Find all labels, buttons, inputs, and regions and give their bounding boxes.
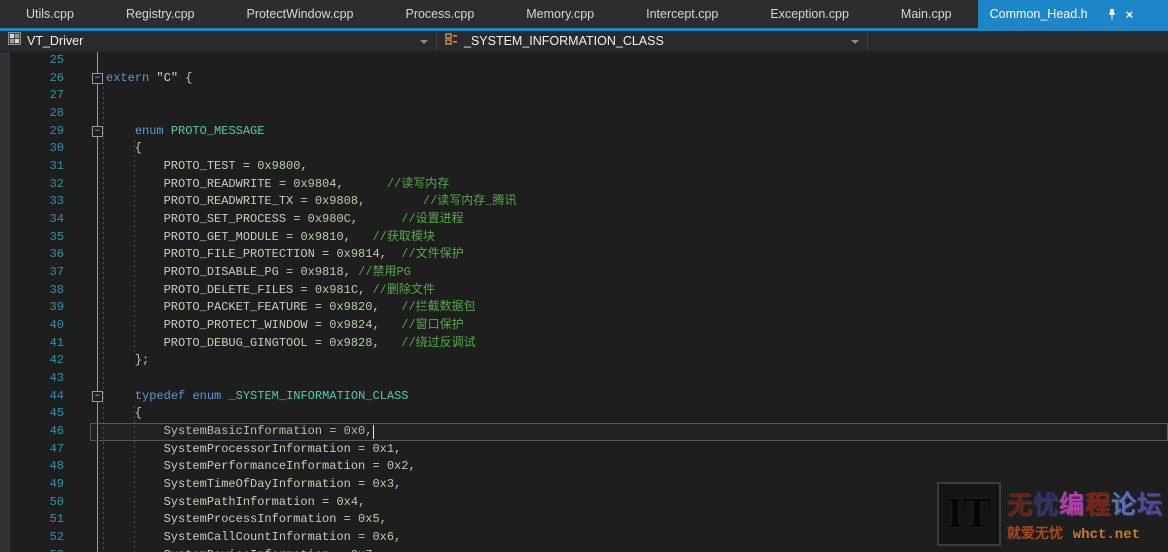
watermark-title: 无忧编程论坛 bbox=[1007, 485, 1163, 521]
code-line[interactable]: PROTO_READWRITE_TX = 0x9808, //读写内存_腾讯 bbox=[106, 193, 516, 211]
tab-label: Main.cpp bbox=[901, 7, 952, 21]
text-caret bbox=[373, 425, 374, 439]
line-number: 48 bbox=[30, 458, 64, 476]
document-tab-bar: Utils.cpp Registry.cpp ProtectWindow.cpp Pr… bbox=[0, 0, 1168, 28]
line-number: 40 bbox=[30, 317, 64, 335]
code-line[interactable]: PROTO_DELETE_FILES = 0x981C, //删除文件 bbox=[106, 282, 435, 300]
member-dropdown-value: _SYSTEM_INFORMATION_CLASS bbox=[464, 34, 664, 48]
it-logo: IT bbox=[937, 482, 1001, 546]
line-number: 47 bbox=[30, 441, 64, 459]
fold-collapse-toggle[interactable]: − bbox=[92, 126, 103, 137]
line-number: 45 bbox=[30, 405, 64, 423]
fold-collapse-toggle[interactable]: − bbox=[92, 73, 103, 84]
code-line[interactable]: SystemTimeOfDayInformation = 0x3, bbox=[106, 476, 401, 494]
navigation-bar: VT_Driver _SYSTEM_INFORMATION_CLASS bbox=[0, 31, 1168, 52]
tab-utils-cpp[interactable]: Utils.cpp bbox=[0, 0, 100, 28]
line-number: 39 bbox=[30, 299, 64, 317]
tab-protectwindow-cpp[interactable]: ProtectWindow.cpp bbox=[220, 0, 379, 28]
watermark-url: whct.net bbox=[1073, 527, 1140, 543]
tab-label: Memory.cpp bbox=[526, 7, 594, 21]
code-line[interactable]: { bbox=[106, 405, 142, 423]
line-number: 30 bbox=[30, 140, 64, 158]
line-number: 37 bbox=[30, 264, 64, 282]
indent-guide bbox=[103, 87, 104, 552]
line-number: 43 bbox=[30, 370, 64, 388]
tab-common-head-h[interactable]: Common_Head.h × bbox=[978, 0, 1168, 28]
line-number: 35 bbox=[30, 229, 64, 247]
tab-memory-cpp[interactable]: Memory.cpp bbox=[500, 0, 620, 28]
project-scope-value: VT_Driver bbox=[27, 34, 83, 48]
project-scope-dropdown[interactable]: VT_Driver bbox=[0, 31, 437, 51]
line-number: 51 bbox=[30, 511, 64, 529]
code-line[interactable]: enum PROTO_MESSAGE bbox=[106, 123, 264, 141]
code-line[interactable]: PROTO_GET_MODULE = 0x9810, //获取模块 bbox=[106, 229, 435, 247]
code-line[interactable]: PROTO_SET_PROCESS = 0x980C, //设置进程 bbox=[106, 211, 464, 229]
line-number: 34 bbox=[30, 211, 64, 229]
chevron-down-icon bbox=[851, 40, 859, 44]
visual-studio-editor-window: Utils.cpp Registry.cpp ProtectWindow.cpp Pr… bbox=[0, 0, 1168, 552]
line-number: 50 bbox=[30, 494, 64, 512]
cpp-project-icon bbox=[8, 32, 21, 50]
code-line[interactable]: PROTO_FILE_PROTECTION = 0x9814, //文件保护 bbox=[106, 246, 464, 264]
line-number: 41 bbox=[30, 335, 64, 353]
close-icon[interactable]: × bbox=[1126, 8, 1134, 21]
code-line[interactable]: typedef enum _SYSTEM_INFORMATION_CLASS bbox=[106, 388, 408, 406]
line-number: 36 bbox=[30, 246, 64, 264]
current-line-highlight bbox=[90, 423, 1168, 441]
code-line[interactable]: PROTO_DEBUG_GINGTOOL = 0x9828, //绕过反调试 bbox=[106, 335, 476, 353]
line-number: 49 bbox=[30, 476, 64, 494]
line-number: 46 bbox=[30, 423, 64, 441]
code-line[interactable]: extern "C" { bbox=[106, 70, 192, 88]
breakpoint-margin[interactable] bbox=[0, 52, 10, 552]
line-number: 32 bbox=[30, 176, 64, 194]
fold-collapse-toggle[interactable]: − bbox=[92, 391, 103, 402]
tab-exception-cpp[interactable]: Exception.cpp bbox=[744, 0, 875, 28]
line-number: 27 bbox=[30, 87, 64, 105]
member-dropdown[interactable]: _SYSTEM_INFORMATION_CLASS bbox=[437, 31, 868, 51]
tab-registry-cpp[interactable]: Registry.cpp bbox=[100, 0, 221, 28]
line-number: 26 bbox=[30, 70, 64, 88]
watermark-subtitle: 就爱无忧 whct.net bbox=[1007, 523, 1163, 543]
code-line[interactable]: PROTO_READWRITE = 0x9804, //读写内存 bbox=[106, 176, 449, 194]
code-line[interactable]: SystemCallCountInformation = 0x6, bbox=[106, 529, 401, 547]
code-line[interactable]: }; bbox=[106, 352, 149, 370]
line-number: 52 bbox=[30, 529, 64, 547]
tab-label: Registry.cpp bbox=[126, 7, 195, 21]
tab-label: Exception.cpp bbox=[770, 7, 849, 21]
code-line[interactable]: SystemPerformanceInformation = 0x2, bbox=[106, 458, 416, 476]
line-number: 44 bbox=[30, 388, 64, 406]
code-line[interactable]: SystemPathInformation = 0x4, bbox=[106, 494, 365, 512]
line-number: 25 bbox=[30, 52, 64, 70]
line-number: 53 bbox=[30, 547, 64, 552]
tab-label: Intercept.cpp bbox=[646, 7, 718, 21]
line-number: 42 bbox=[30, 352, 64, 370]
line-number: 28 bbox=[30, 105, 64, 123]
tab-main-cpp[interactable]: Main.cpp bbox=[875, 0, 978, 28]
code-line[interactable]: SystemProcessorInformation = 0x1, bbox=[106, 441, 401, 459]
line-number: 33 bbox=[30, 193, 64, 211]
tab-label: ProtectWindow.cpp bbox=[246, 7, 353, 21]
code-line[interactable]: PROTO_DISABLE_PG = 0x9818, //禁用PG bbox=[106, 264, 411, 282]
tab-process-cpp[interactable]: Process.cpp bbox=[379, 0, 500, 28]
code-editor[interactable]: 2526272829303132333435363738394041424344… bbox=[0, 52, 1168, 552]
code-line[interactable]: SystemDeviceInformation = 0x7, bbox=[106, 547, 380, 552]
line-number: 29 bbox=[30, 123, 64, 141]
tab-label: Process.cpp bbox=[405, 7, 474, 21]
forum-watermark: IT 无忧编程论坛 就爱无忧 whct.net bbox=[937, 482, 1163, 546]
code-line[interactable]: PROTO_PROTECT_WINDOW = 0x9824, //窗口保护 bbox=[106, 317, 464, 335]
code-line[interactable]: PROTO_PACKET_FEATURE = 0x9820, //拦截数据包 bbox=[106, 299, 476, 317]
code-line[interactable]: { bbox=[106, 140, 142, 158]
tab-intercept-cpp[interactable]: Intercept.cpp bbox=[620, 0, 744, 28]
tab-label: Utils.cpp bbox=[26, 7, 74, 21]
tab-label: Common_Head.h bbox=[990, 7, 1088, 21]
line-number: 38 bbox=[30, 282, 64, 300]
chevron-down-icon bbox=[420, 40, 428, 44]
code-line[interactable]: PROTO_TEST = 0x9800, bbox=[106, 158, 308, 176]
line-number: 31 bbox=[30, 158, 64, 176]
enum-icon bbox=[445, 32, 458, 50]
code-line[interactable]: SystemProcessInformation = 0x5, bbox=[106, 511, 387, 529]
watermark-slogan: 就爱无忧 bbox=[1007, 525, 1063, 541]
navigation-bar-filler bbox=[868, 31, 1168, 51]
pin-icon[interactable] bbox=[1107, 8, 1117, 21]
